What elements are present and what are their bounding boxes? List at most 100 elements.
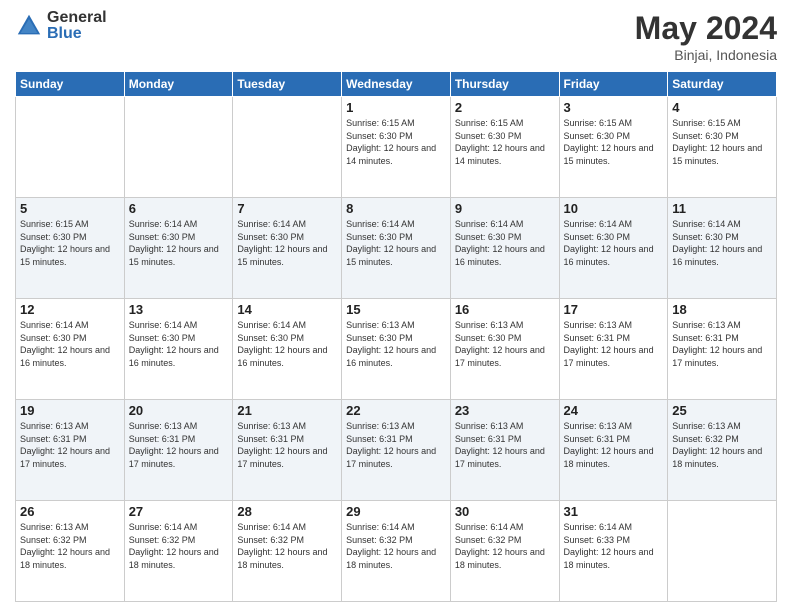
day-number: 21: [237, 403, 337, 418]
logo-blue: Blue: [47, 26, 107, 42]
day-info: Sunrise: 6:13 AM Sunset: 6:31 PM Dayligh…: [237, 420, 337, 470]
calendar-cell: 16Sunrise: 6:13 AM Sunset: 6:30 PM Dayli…: [450, 299, 559, 400]
day-info: Sunrise: 6:14 AM Sunset: 6:32 PM Dayligh…: [455, 521, 555, 571]
day-info: Sunrise: 6:14 AM Sunset: 6:32 PM Dayligh…: [129, 521, 229, 571]
calendar-table: Sunday Monday Tuesday Wednesday Thursday…: [15, 71, 777, 602]
week-row-2: 12 Sunrise: 6:14 AM Sunset: 6:30 PM Dayli…: [16, 299, 777, 400]
day-info: Sunrise: 6:15 AM Sunset: 6:30 PM Dayligh…: [346, 117, 446, 167]
calendar-cell: 26Sunrise: 6:13 AM Sunset: 6:32 PM Dayli…: [16, 501, 125, 602]
calendar-cell: 9Sunrise: 6:14 AM Sunset: 6:30 PM Daylig…: [450, 198, 559, 299]
week-row-3: 19 Sunrise: 6:13 AM Sunset: 6:31 PM Dayli…: [16, 400, 777, 501]
day-number: 18: [672, 302, 772, 317]
calendar-cell: 28 Sunrise: 6:14 AM Sunset: 6:32 PM Dayli…: [233, 501, 342, 602]
day-number: 7: [237, 201, 337, 216]
logo: General Blue: [15, 10, 107, 42]
day-number: 15: [346, 302, 446, 317]
col-friday: Friday: [559, 72, 668, 97]
location: Binjai, Indonesia: [635, 47, 777, 63]
col-monday: Monday: [124, 72, 233, 97]
day-number: 26: [20, 504, 120, 519]
day-info: Sunrise: 6:14 AM Sunset: 6:30 PM Dayligh…: [237, 218, 337, 268]
calendar-cell: [233, 97, 342, 198]
logo-general: General: [47, 10, 107, 26]
calendar-cell: 27 Sunrise: 6:14 AM Sunset: 6:32 PM Dayli…: [124, 501, 233, 602]
day-info: Sunrise: 6:14 AM Sunset: 6:30 PM Dayligh…: [346, 218, 446, 268]
week-row-0: 1 Sunrise: 6:15 AM Sunset: 6:30 PM Daylig…: [16, 97, 777, 198]
day-info: Sunrise: 6:13 AM Sunset: 6:31 PM Dayligh…: [564, 319, 664, 369]
col-tuesday: Tuesday: [233, 72, 342, 97]
calendar-cell: [668, 501, 777, 602]
calendar-cell: 4 Sunrise: 6:15 AM Sunset: 6:30 PM Daylig…: [668, 97, 777, 198]
day-info: Sunrise: 6:14 AM Sunset: 6:30 PM Dayligh…: [20, 319, 120, 369]
calendar-cell: 22Sunrise: 6:13 AM Sunset: 6:31 PM Dayli…: [342, 400, 451, 501]
day-number: 3: [564, 100, 664, 115]
calendar-cell: 17 Sunrise: 6:13 AM Sunset: 6:31 PM Dayli…: [559, 299, 668, 400]
day-number: 19: [20, 403, 120, 418]
day-info: Sunrise: 6:14 AM Sunset: 6:32 PM Dayligh…: [346, 521, 446, 571]
day-number: 12: [20, 302, 120, 317]
day-number: 11: [672, 201, 772, 216]
day-number: 14: [237, 302, 337, 317]
header: General Blue May 2024 Binjai, Indonesia: [15, 10, 777, 63]
day-number: 30: [455, 504, 555, 519]
calendar-cell: 1 Sunrise: 6:15 AM Sunset: 6:30 PM Daylig…: [342, 97, 451, 198]
calendar-cell: 2 Sunrise: 6:15 AM Sunset: 6:30 PM Daylig…: [450, 97, 559, 198]
day-number: 1: [346, 100, 446, 115]
calendar-cell: 25 Sunrise: 6:13 AM Sunset: 6:32 PM Dayli…: [668, 400, 777, 501]
day-info: Sunrise: 6:14 AM Sunset: 6:30 PM Dayligh…: [564, 218, 664, 268]
day-number: 28: [237, 504, 337, 519]
day-info: Sunrise: 6:15 AM Sunset: 6:30 PM Dayligh…: [20, 218, 120, 268]
day-number: 4: [672, 100, 772, 115]
calendar-cell: 12 Sunrise: 6:14 AM Sunset: 6:30 PM Dayli…: [16, 299, 125, 400]
week-row-1: 5Sunrise: 6:15 AM Sunset: 6:30 PM Daylig…: [16, 198, 777, 299]
calendar-cell: 31 Sunrise: 6:14 AM Sunset: 6:33 PM Dayli…: [559, 501, 668, 602]
calendar-cell: 29 Sunrise: 6:14 AM Sunset: 6:32 PM Dayli…: [342, 501, 451, 602]
day-info: Sunrise: 6:13 AM Sunset: 6:32 PM Dayligh…: [672, 420, 772, 470]
page: General Blue May 2024 Binjai, Indonesia …: [0, 0, 792, 612]
calendar-cell: 3Sunrise: 6:15 AM Sunset: 6:30 PM Daylig…: [559, 97, 668, 198]
day-number: 6: [129, 201, 229, 216]
day-info: Sunrise: 6:14 AM Sunset: 6:30 PM Dayligh…: [129, 319, 229, 369]
day-number: 17: [564, 302, 664, 317]
calendar-cell: 6 Sunrise: 6:14 AM Sunset: 6:30 PM Daylig…: [124, 198, 233, 299]
calendar-cell: 11 Sunrise: 6:14 AM Sunset: 6:30 PM Dayli…: [668, 198, 777, 299]
calendar-cell: [124, 97, 233, 198]
calendar-cell: 15 Sunrise: 6:13 AM Sunset: 6:30 PM Dayli…: [342, 299, 451, 400]
day-number: 20: [129, 403, 229, 418]
day-number: 16: [455, 302, 555, 317]
day-number: 23: [455, 403, 555, 418]
col-sunday: Sunday: [16, 72, 125, 97]
day-number: 22: [346, 403, 446, 418]
day-info: Sunrise: 6:14 AM Sunset: 6:30 PM Dayligh…: [129, 218, 229, 268]
day-number: 13: [129, 302, 229, 317]
day-info: Sunrise: 6:13 AM Sunset: 6:31 PM Dayligh…: [20, 420, 120, 470]
day-number: 29: [346, 504, 446, 519]
day-info: Sunrise: 6:14 AM Sunset: 6:30 PM Dayligh…: [672, 218, 772, 268]
calendar-cell: 10Sunrise: 6:14 AM Sunset: 6:30 PM Dayli…: [559, 198, 668, 299]
day-number: 27: [129, 504, 229, 519]
day-info: Sunrise: 6:13 AM Sunset: 6:31 PM Dayligh…: [564, 420, 664, 470]
calendar-cell: 13 Sunrise: 6:14 AM Sunset: 6:30 PM Dayli…: [124, 299, 233, 400]
calendar-cell: 30 Sunrise: 6:14 AM Sunset: 6:32 PM Dayli…: [450, 501, 559, 602]
day-info: Sunrise: 6:14 AM Sunset: 6:30 PM Dayligh…: [237, 319, 337, 369]
day-number: 2: [455, 100, 555, 115]
col-saturday: Saturday: [668, 72, 777, 97]
day-info: Sunrise: 6:14 AM Sunset: 6:33 PM Dayligh…: [564, 521, 664, 571]
calendar-cell: 14 Sunrise: 6:14 AM Sunset: 6:30 PM Dayli…: [233, 299, 342, 400]
day-number: 31: [564, 504, 664, 519]
day-number: 25: [672, 403, 772, 418]
col-wednesday: Wednesday: [342, 72, 451, 97]
day-number: 9: [455, 201, 555, 216]
day-number: 24: [564, 403, 664, 418]
calendar-cell: 24 Sunrise: 6:13 AM Sunset: 6:31 PM Dayli…: [559, 400, 668, 501]
day-info: Sunrise: 6:14 AM Sunset: 6:32 PM Dayligh…: [237, 521, 337, 571]
calendar-cell: 7 Sunrise: 6:14 AM Sunset: 6:30 PM Daylig…: [233, 198, 342, 299]
day-info: Sunrise: 6:13 AM Sunset: 6:30 PM Dayligh…: [346, 319, 446, 369]
day-info: Sunrise: 6:15 AM Sunset: 6:30 PM Dayligh…: [455, 117, 555, 167]
day-info: Sunrise: 6:13 AM Sunset: 6:31 PM Dayligh…: [455, 420, 555, 470]
week-row-4: 26Sunrise: 6:13 AM Sunset: 6:32 PM Dayli…: [16, 501, 777, 602]
calendar-cell: 8Sunrise: 6:14 AM Sunset: 6:30 PM Daylig…: [342, 198, 451, 299]
day-info: Sunrise: 6:15 AM Sunset: 6:30 PM Dayligh…: [672, 117, 772, 167]
title-area: May 2024 Binjai, Indonesia: [635, 10, 777, 63]
logo-text: General Blue: [47, 10, 107, 42]
